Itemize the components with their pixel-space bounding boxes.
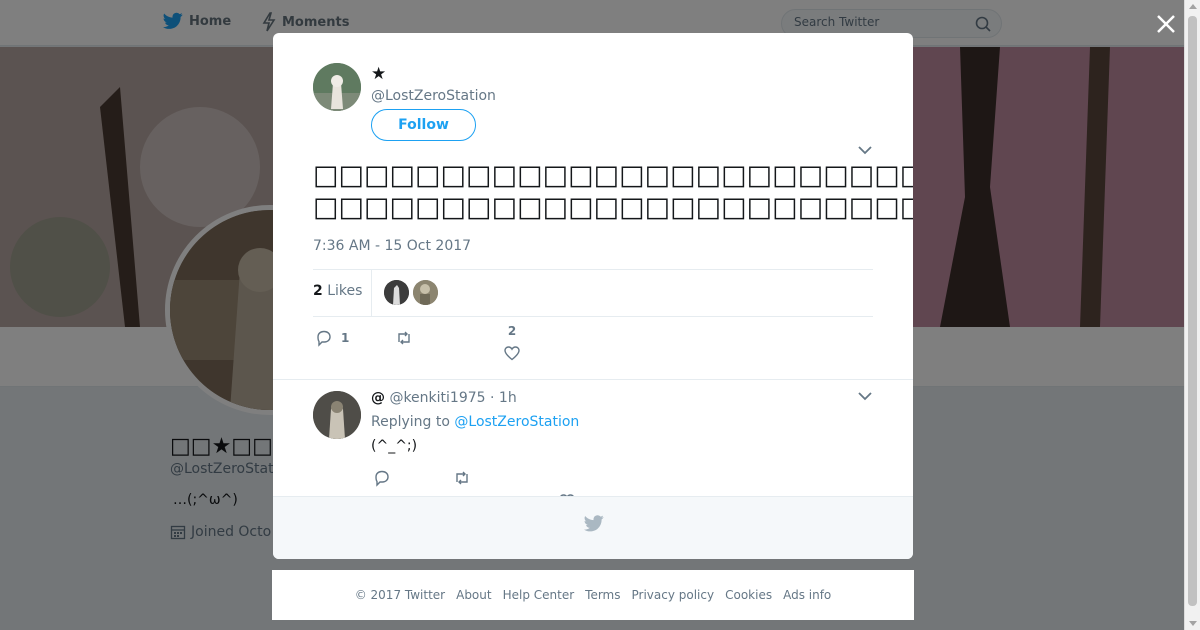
reply-header: @ @kenkiti1975 · 1h bbox=[371, 390, 517, 406]
scroll-up-arrow[interactable] bbox=[1189, 4, 1197, 9]
replying-to: Replying to @LostZeroStation bbox=[371, 414, 579, 430]
page-scrollbar[interactable] bbox=[1184, 0, 1200, 630]
liker-avatar[interactable] bbox=[384, 280, 409, 305]
replying-to-handle-link[interactable]: @LostZeroStation bbox=[454, 414, 579, 430]
reply-icon bbox=[317, 330, 331, 347]
reply-action[interactable]: 1 bbox=[315, 329, 349, 347]
footer-link-about[interactable]: About bbox=[456, 588, 491, 602]
reply-separator: · bbox=[490, 390, 495, 406]
retweet-icon[interactable] bbox=[453, 469, 471, 487]
footer-link-terms[interactable]: Terms bbox=[585, 588, 620, 602]
scroll-down-arrow[interactable] bbox=[1189, 621, 1197, 626]
reply-icon[interactable] bbox=[373, 469, 391, 487]
reply-author-name[interactable]: @ bbox=[371, 390, 385, 406]
footer-link-help-center[interactable]: Help Center bbox=[503, 588, 575, 602]
reply-author-avatar[interactable] bbox=[313, 391, 361, 439]
reply-tweet[interactable]: @ @kenkiti1975 · 1h Replying to @LostZer… bbox=[273, 379, 913, 509]
footer-copyright: © 2017 Twitter bbox=[354, 588, 446, 602]
tweet-author-avatar[interactable] bbox=[313, 63, 361, 111]
chevron-down-icon[interactable] bbox=[857, 144, 873, 156]
footer-link-ads-info[interactable]: Ads info bbox=[783, 588, 831, 602]
follow-button[interactable]: Follow bbox=[371, 109, 476, 141]
reply-time[interactable]: 1h bbox=[499, 390, 517, 406]
footer-link-cookies[interactable]: Cookies bbox=[725, 588, 772, 602]
chevron-down-icon[interactable] bbox=[857, 390, 873, 402]
tweet-author-name[interactable]: ★ bbox=[371, 64, 386, 84]
reply-text: (^_^;) bbox=[371, 438, 418, 454]
tweet-modal: ★ @LostZeroStation Follow □□□□□□□□□□□□□□… bbox=[273, 33, 913, 559]
tweet-author-handle[interactable]: @LostZeroStation bbox=[371, 88, 496, 104]
scroll-thumb[interactable] bbox=[1188, 16, 1197, 606]
likes-label: Likes bbox=[327, 283, 363, 299]
footer-link-privacy-policy[interactable]: Privacy policy bbox=[632, 588, 715, 602]
like-action[interactable]: 2 bbox=[503, 324, 521, 362]
retweet-action[interactable] bbox=[395, 329, 413, 347]
heart-icon bbox=[504, 346, 520, 361]
stat-divider bbox=[371, 270, 372, 316]
close-icon[interactable] bbox=[1154, 12, 1178, 36]
twitter-bird-icon bbox=[584, 515, 604, 532]
like-count: 2 bbox=[507, 324, 517, 338]
likes-stat[interactable]: 2 Likes bbox=[313, 283, 362, 299]
site-footer: © 2017 Twitter About Help Center Terms P… bbox=[272, 570, 914, 620]
tweet-stats: 2 Likes bbox=[313, 269, 873, 317]
reply-count: 1 bbox=[341, 331, 350, 345]
tweet-timestamp[interactable]: 7:36 AM - 15 Oct 2017 bbox=[313, 238, 471, 254]
tweet-actions: 1 2 bbox=[313, 324, 873, 367]
retweet-icon bbox=[398, 331, 410, 345]
likes-count: 2 bbox=[313, 283, 323, 299]
tweet-text: □□□□□□□□□□□□□□□□□□□□□□□□ □□□□□□□□□□□□□□□… bbox=[313, 160, 913, 223]
reply-author-handle[interactable]: @kenkiti1975 bbox=[389, 390, 485, 406]
modal-footer bbox=[273, 496, 913, 559]
replying-to-label: Replying to bbox=[371, 414, 450, 430]
liker-avatar[interactable] bbox=[413, 280, 438, 305]
